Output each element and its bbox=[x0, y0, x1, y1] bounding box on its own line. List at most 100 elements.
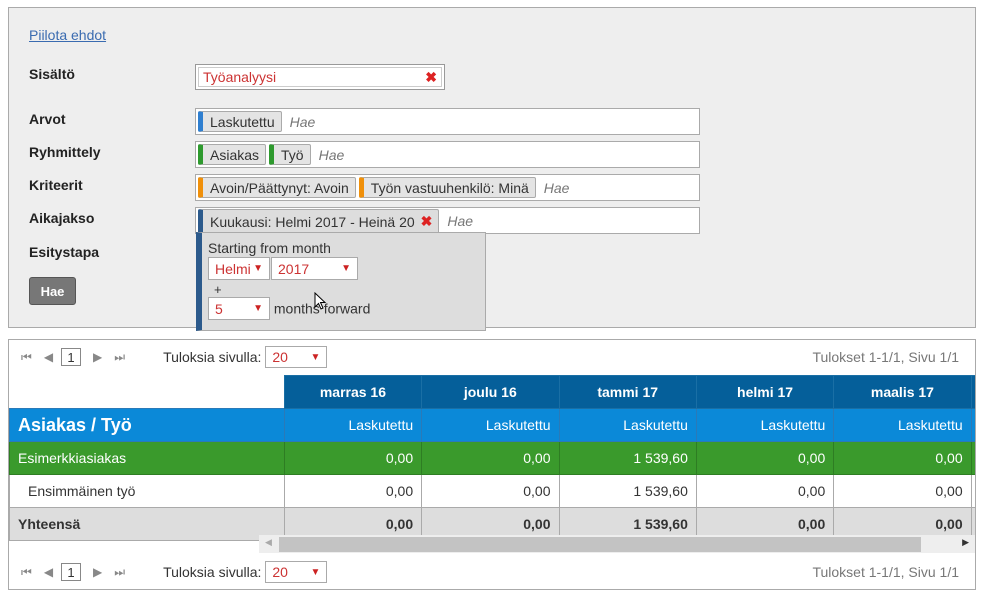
label-grouping: Ryhmittely bbox=[29, 144, 101, 160]
tag-asiakas[interactable]: Asiakas bbox=[198, 144, 267, 165]
dropdown-arrow-icon: ▼ bbox=[310, 566, 321, 578]
content-value: Työanalyysi bbox=[203, 69, 277, 85]
mouse-cursor-icon bbox=[314, 292, 327, 310]
results-panel: ⏮ ◀ 1 ▶ ⏭ Tuloksia sivulla: 20 ▼ Tulokset… bbox=[8, 339, 976, 590]
per-page-label: Tuloksia sivulla: bbox=[163, 349, 262, 365]
next-page-icon[interactable]: ▶ bbox=[93, 565, 102, 579]
dropdown-arrow-icon: ▼ bbox=[341, 263, 351, 274]
month-header-row: marras 16 joulu 16 tammi 17 helmi 17 maalis … bbox=[9, 375, 975, 409]
label-values: Arvot bbox=[29, 111, 66, 127]
first-page-icon[interactable]: ⏮ bbox=[21, 565, 32, 580]
clear-icon[interactable]: ✖ bbox=[425, 69, 437, 86]
grouping-field[interactable]: Asiakas Työ Hae bbox=[195, 141, 700, 168]
measure-header-row: Asiakas / Työ Laskutettu Laskutettu Laskute… bbox=[9, 408, 975, 442]
content-select[interactable]: Työanalyysi ✖ bbox=[195, 64, 445, 90]
tag-open-closed[interactable]: Avoin/Päättynyt: Avoin bbox=[198, 177, 356, 198]
tag-period[interactable]: Kuukausi: Helmi 2017 - Heinä 20 ✖ bbox=[198, 208, 440, 234]
search-button[interactable]: Hae bbox=[29, 277, 76, 305]
label-period: Aikajakso bbox=[29, 210, 95, 226]
measure-header: Laskutettu bbox=[695, 408, 835, 442]
value-cell: 0,00 bbox=[695, 474, 835, 508]
results-info: Tulokset 1-1/1, Sivu 1/1 bbox=[812, 349, 959, 365]
page-input[interactable]: 1 bbox=[61, 563, 82, 581]
period-tag-label: Kuukausi: Helmi 2017 - Heinä 20 bbox=[210, 213, 415, 230]
scroll-right-icon[interactable]: ▶ bbox=[962, 537, 969, 548]
year-value: 2017 bbox=[278, 260, 310, 277]
page-input[interactable]: 1 bbox=[61, 348, 82, 366]
measure-header: Laskutettu bbox=[421, 408, 560, 442]
months-select[interactable]: 5 ▼ bbox=[208, 297, 270, 320]
value-cell: 1 539,60 bbox=[558, 441, 697, 475]
row-header: Asiakas / Työ bbox=[9, 408, 285, 442]
value-cell: 0,00 bbox=[421, 441, 560, 475]
filter-panel: Piilota ehdot Sisältö Työanalyysi ✖ Arvot… bbox=[8, 7, 976, 328]
hide-filters-link[interactable]: Piilota ehdot bbox=[29, 27, 106, 43]
months-value: 5 bbox=[215, 300, 223, 317]
value-cell: 0,00 bbox=[970, 474, 975, 508]
period-search[interactable]: Hae bbox=[447, 213, 473, 229]
period-popup: Starting from month Helmi ▼ 2017 ▼ + 5 ▼ mon… bbox=[196, 232, 486, 331]
label-display: Esitystapa bbox=[29, 244, 100, 260]
empty-header-cell bbox=[9, 375, 285, 409]
results-info: Tulokset 1-1/1, Sivu 1/1 bbox=[812, 564, 959, 580]
value-cell: 0,00 bbox=[833, 441, 972, 475]
dropdown-arrow-icon: ▼ bbox=[253, 303, 263, 314]
month-header[interactable]: marras 16 bbox=[283, 375, 423, 409]
dropdown-arrow-icon: ▼ bbox=[253, 263, 263, 274]
measure-header: Laskutettu bbox=[283, 408, 423, 442]
criteria-field[interactable]: Avoin/Päättynyt: Avoin Työn vastuuhenkil… bbox=[195, 174, 700, 201]
measure-header: Laskutettu bbox=[558, 408, 697, 442]
horizontal-scrollbar[interactable]: ◀ ▶ bbox=[259, 535, 975, 553]
results-table: marras 16 joulu 16 tammi 17 helmi 17 maalis … bbox=[9, 375, 975, 541]
next-page-icon[interactable]: ▶ bbox=[93, 350, 102, 364]
month-header[interactable]: maalis 17 bbox=[833, 375, 972, 409]
per-page-label: Tuloksia sivulla: bbox=[163, 564, 262, 580]
month-value: Helmi bbox=[215, 260, 251, 277]
measure-header: Laskutettu bbox=[833, 408, 972, 442]
value-cell: 0,00 bbox=[283, 474, 423, 508]
dropdown-arrow-icon: ▼ bbox=[310, 351, 321, 363]
month-header[interactable]: joulu 16 bbox=[421, 375, 560, 409]
row-name: Yhteensä bbox=[9, 507, 285, 541]
per-page-value: 20 bbox=[272, 349, 288, 365]
row-name: Ensimmäinen työ bbox=[9, 474, 285, 508]
prev-page-icon[interactable]: ◀ bbox=[44, 565, 53, 579]
row-name: Esimerkkiasiakas bbox=[9, 441, 285, 475]
scroll-left-icon[interactable]: ◀ bbox=[265, 537, 272, 548]
value-cell: 0,00 bbox=[283, 441, 423, 475]
last-page-icon[interactable]: ⏭ bbox=[114, 350, 125, 365]
value-cell: 0,00 bbox=[421, 474, 560, 508]
first-page-icon[interactable]: ⏮ bbox=[21, 350, 32, 365]
scrollbar-thumb[interactable] bbox=[279, 537, 921, 552]
month-select[interactable]: Helmi ▼ bbox=[208, 257, 270, 280]
pager-bottom: ⏮ ◀ 1 ▶ ⏭ Tuloksia sivulla: 20 ▼ Tulokset… bbox=[9, 557, 975, 587]
table-row[interactable]: Ensimmäinen työ0,000,001 539,600,000,000… bbox=[9, 474, 975, 508]
tag-tyo[interactable]: Työ bbox=[269, 144, 311, 165]
value-cell: 1 539,60 bbox=[558, 474, 697, 508]
per-page-select[interactable]: 20 ▼ bbox=[265, 561, 328, 583]
last-page-icon[interactable]: ⏭ bbox=[114, 565, 125, 580]
month-header[interactable]: helmi 17 bbox=[695, 375, 835, 409]
values-search[interactable]: Hae bbox=[290, 114, 316, 130]
per-page-value: 20 bbox=[272, 564, 288, 580]
per-page-select[interactable]: 20 ▼ bbox=[265, 346, 328, 368]
plus-sign: + bbox=[214, 282, 222, 297]
criteria-search[interactable]: Hae bbox=[544, 180, 570, 196]
period-field[interactable]: Kuukausi: Helmi 2017 - Heinä 20 ✖ Hae bbox=[195, 207, 700, 234]
year-select[interactable]: 2017 ▼ bbox=[271, 257, 358, 280]
month-header[interactable]: huhti 17 bbox=[970, 375, 975, 409]
table-row[interactable]: Esimerkkiasiakas 0,00 0,00 1 539,60 0,00 0,00… bbox=[9, 441, 975, 475]
prev-page-icon[interactable]: ◀ bbox=[44, 350, 53, 364]
label-criteria: Kriteerit bbox=[29, 177, 83, 193]
tag-laskutettu[interactable]: Laskutettu bbox=[198, 111, 282, 132]
label-content: Sisältö bbox=[29, 66, 75, 82]
tag-responsible[interactable]: Työn vastuuhenkilö: Minä bbox=[358, 177, 536, 198]
grouping-search[interactable]: Hae bbox=[319, 147, 345, 163]
month-header[interactable]: tammi 17 bbox=[558, 375, 697, 409]
value-cell: 0,00 bbox=[833, 474, 972, 508]
pager-top: ⏮ ◀ 1 ▶ ⏭ Tuloksia sivulla: 20 ▼ Tulokset… bbox=[9, 342, 975, 372]
remove-period-icon[interactable]: ✖ bbox=[421, 213, 433, 230]
values-field[interactable]: Laskutettu Hae bbox=[195, 108, 700, 135]
value-cell: 0,00 bbox=[970, 441, 975, 475]
value-cell: 0,00 bbox=[695, 441, 835, 475]
